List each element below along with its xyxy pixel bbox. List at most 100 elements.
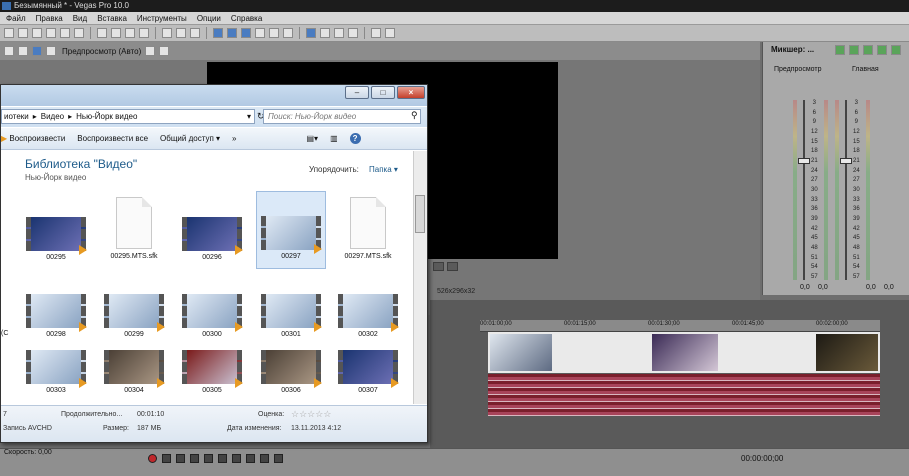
menu-help[interactable]: Справка <box>231 12 262 24</box>
breadcrumb-item[interactable]: Видео <box>41 112 64 121</box>
fader-knob[interactable] <box>798 158 810 164</box>
menu-edit[interactable]: Правка <box>36 12 63 24</box>
project-properties-icon[interactable] <box>4 46 14 56</box>
preview-fx-icon[interactable] <box>32 46 42 56</box>
save-as-icon[interactable] <box>46 28 56 38</box>
play-command[interactable]: ▶ Воспроизвести <box>1 134 65 143</box>
overlays-icon[interactable] <box>145 46 156 56</box>
main-fader[interactable] <box>840 100 852 280</box>
properties-icon[interactable] <box>74 28 84 38</box>
rating-stars[interactable]: ☆☆☆☆☆ <box>291 409 331 420</box>
star-icon[interactable]: ☆ <box>291 409 299 419</box>
scrollbar-thumb[interactable] <box>415 195 425 233</box>
play-icon[interactable] <box>190 454 199 463</box>
loop-icon[interactable] <box>162 454 171 463</box>
video-file-item[interactable]: 00306 <box>256 350 326 394</box>
mixer-option-icon[interactable] <box>891 45 901 55</box>
share-command[interactable]: Общий доступ ▾ <box>160 134 220 143</box>
selection-tool-icon[interactable] <box>241 28 251 38</box>
open-icon[interactable] <box>18 28 28 38</box>
menu-insert[interactable]: Вставка <box>97 12 127 24</box>
address-field[interactable]: иотеки ▸ Видео ▸ Нью-Йорк видео ▾ <box>1 109 255 124</box>
edit-tool-icon[interactable] <box>213 28 223 38</box>
mixer-option-icon[interactable] <box>877 45 887 55</box>
video-file-item[interactable]: 00301 <box>256 294 326 338</box>
paste-icon[interactable] <box>125 28 135 38</box>
search-input[interactable]: Поиск: Нью-Йорк видео <box>263 109 421 124</box>
trim-icon[interactable] <box>162 28 172 38</box>
video-track[interactable] <box>488 332 880 373</box>
menu-file[interactable]: Файл <box>6 12 26 24</box>
preview-pane-icon[interactable]: ▥ <box>330 134 338 143</box>
preview-quality-label[interactable]: Предпросмотр (Авто) <box>62 47 141 56</box>
next-frame-icon[interactable] <box>447 262 458 271</box>
copy-icon[interactable] <box>111 28 121 38</box>
help-icon[interactable]: ? <box>349 133 361 144</box>
external-monitor-icon[interactable] <box>18 46 28 56</box>
video-file-item[interactable]: 00305 <box>177 350 247 394</box>
redo-icon[interactable] <box>190 28 200 38</box>
sfk-file-item[interactable]: 00297.MTS.sfk <box>333 197 403 260</box>
view-options-icon[interactable]: ▤▾ <box>306 134 318 143</box>
new-icon[interactable] <box>4 28 14 38</box>
save-icon[interactable] <box>32 28 42 38</box>
zoom-tool-icon[interactable] <box>306 28 316 38</box>
more-commands[interactable]: » <box>232 134 236 143</box>
play-all-command[interactable]: Воспроизвести все <box>77 134 148 143</box>
video-file-item[interactable]: 00299 <box>99 294 169 338</box>
zoom-out-icon[interactable] <box>334 28 344 38</box>
delete-icon[interactable] <box>139 28 149 38</box>
help-icon[interactable] <box>385 28 395 38</box>
fit-icon[interactable] <box>348 28 358 38</box>
auto-ripple-icon[interactable] <box>269 28 279 38</box>
video-file-item[interactable]: 00304 <box>99 350 169 394</box>
video-file-item[interactable]: 00302 <box>333 294 403 338</box>
star-icon[interactable]: ☆ <box>299 409 307 419</box>
star-icon[interactable]: ☆ <box>323 409 331 419</box>
prev-frame-icon[interactable] <box>433 262 444 271</box>
video-file-item[interactable]: 00298 <box>21 294 91 338</box>
mixer-option-icon[interactable] <box>863 45 873 55</box>
video-file-item[interactable]: 00300 <box>177 294 247 338</box>
minimize-button[interactable]: – <box>345 86 369 99</box>
envelope-tool-icon[interactable] <box>227 28 237 38</box>
split-screen-icon[interactable] <box>46 46 56 56</box>
menu-tools[interactable]: Инструменты <box>137 12 187 24</box>
play-from-start-icon[interactable] <box>176 454 185 463</box>
video-file-item[interactable]: 00307 <box>333 350 403 394</box>
pause-icon[interactable] <box>204 454 213 463</box>
stop-icon[interactable] <box>218 454 227 463</box>
video-clip-thumbnail[interactable] <box>816 334 878 371</box>
preview-fader[interactable] <box>798 100 810 280</box>
sfk-file-item[interactable]: 00295.MTS.sfk <box>99 197 169 260</box>
snap-icon[interactable] <box>255 28 265 38</box>
mixer-option-icon[interactable] <box>849 45 859 55</box>
close-button[interactable]: × <box>397 86 425 99</box>
timeline-ruler[interactable]: 00:01:00;00 00:01:15;00 00:01:30;00 00:0… <box>480 320 880 332</box>
video-file-item[interactable]: 00303 <box>21 350 91 394</box>
video-file-item-selected[interactable]: 00297 <box>256 191 326 269</box>
vertical-scrollbar[interactable] <box>413 151 427 404</box>
prev-frame-icon[interactable] <box>260 454 269 463</box>
lock-icon[interactable] <box>283 28 293 38</box>
menu-options[interactable]: Опции <box>197 12 221 24</box>
cut-icon[interactable] <box>97 28 107 38</box>
breadcrumb-item[interactable]: иотеки <box>4 112 29 121</box>
video-clip-thumbnail[interactable] <box>490 334 552 371</box>
breadcrumb-item[interactable]: Нью-Йорк видео <box>76 112 137 121</box>
dropdown-icon[interactable]: ▾ <box>247 112 254 121</box>
go-to-start-icon[interactable] <box>232 454 241 463</box>
mixer-option-icon[interactable] <box>835 45 845 55</box>
undo-icon[interactable] <box>176 28 186 38</box>
go-to-end-icon[interactable] <box>246 454 255 463</box>
audio-track-waveform[interactable] <box>488 374 880 416</box>
next-frame-icon[interactable] <box>274 454 283 463</box>
arrange-dropdown[interactable]: Папка ▾ <box>369 165 398 174</box>
fader-knob[interactable] <box>840 158 852 164</box>
record-icon[interactable] <box>148 454 157 463</box>
video-clip-thumbnail[interactable] <box>652 334 718 371</box>
maximize-button[interactable]: □ <box>371 86 395 99</box>
copy-snapshot-icon[interactable] <box>159 46 170 56</box>
brush-icon[interactable] <box>371 28 381 38</box>
render-icon[interactable] <box>60 28 70 38</box>
